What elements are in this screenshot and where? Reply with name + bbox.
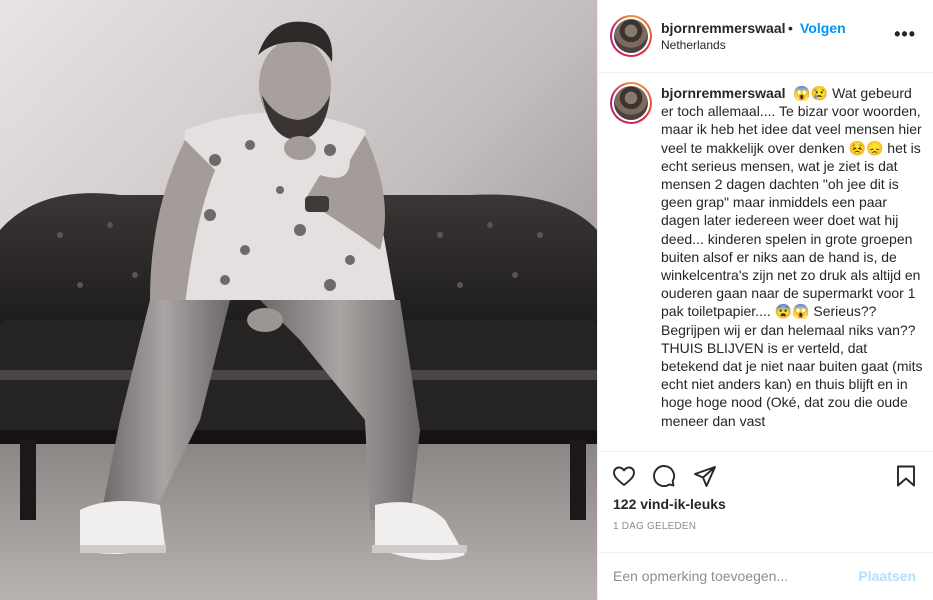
likes-count[interactable]: 122 vind-ik-leuks: [613, 496, 726, 512]
post-header: bjornremmerswaal • Volgen Netherlands ••…: [598, 0, 933, 73]
post-actions: 122 vind-ik-leuks 1 DAG GELEDEN Plaatsen: [598, 451, 933, 600]
post-side-panel: bjornremmerswaal • Volgen Netherlands ••…: [597, 0, 933, 600]
share-paper-plane-icon[interactable]: [693, 464, 717, 488]
location-link[interactable]: Netherlands: [661, 38, 726, 52]
caption-avatar[interactable]: [610, 82, 652, 124]
save-bookmark-icon[interactable]: [894, 464, 918, 488]
header-username[interactable]: bjornremmerswaal: [661, 20, 786, 36]
post-timestamp[interactable]: 1 DAG GELEDEN: [613, 521, 696, 532]
follow-button[interactable]: Volgen: [800, 20, 846, 36]
add-comment-bar: Plaatsen: [598, 552, 933, 600]
avatar[interactable]: [610, 15, 652, 57]
caption-text: 😱😢 Wat gebeurd er toch allemaal.... Te b…: [661, 85, 923, 429]
comment-input[interactable]: [613, 566, 843, 586]
post-comment-button[interactable]: Plaatsen: [858, 568, 916, 584]
like-heart-icon[interactable]: [612, 464, 636, 488]
caption: bjornremmerswaal 😱😢 Wat gebeurd er toch …: [661, 84, 923, 430]
post-photo-illustration: [0, 0, 597, 600]
comment-bubble-icon[interactable]: [652, 464, 676, 488]
caption-username[interactable]: bjornremmerswaal: [661, 85, 786, 101]
post-photo[interactable]: [0, 0, 597, 600]
caption-section: bjornremmerswaal 😱😢 Wat gebeurd er toch …: [598, 73, 933, 451]
more-options-icon[interactable]: •••: [894, 24, 916, 45]
separator-dot: •: [788, 20, 793, 36]
